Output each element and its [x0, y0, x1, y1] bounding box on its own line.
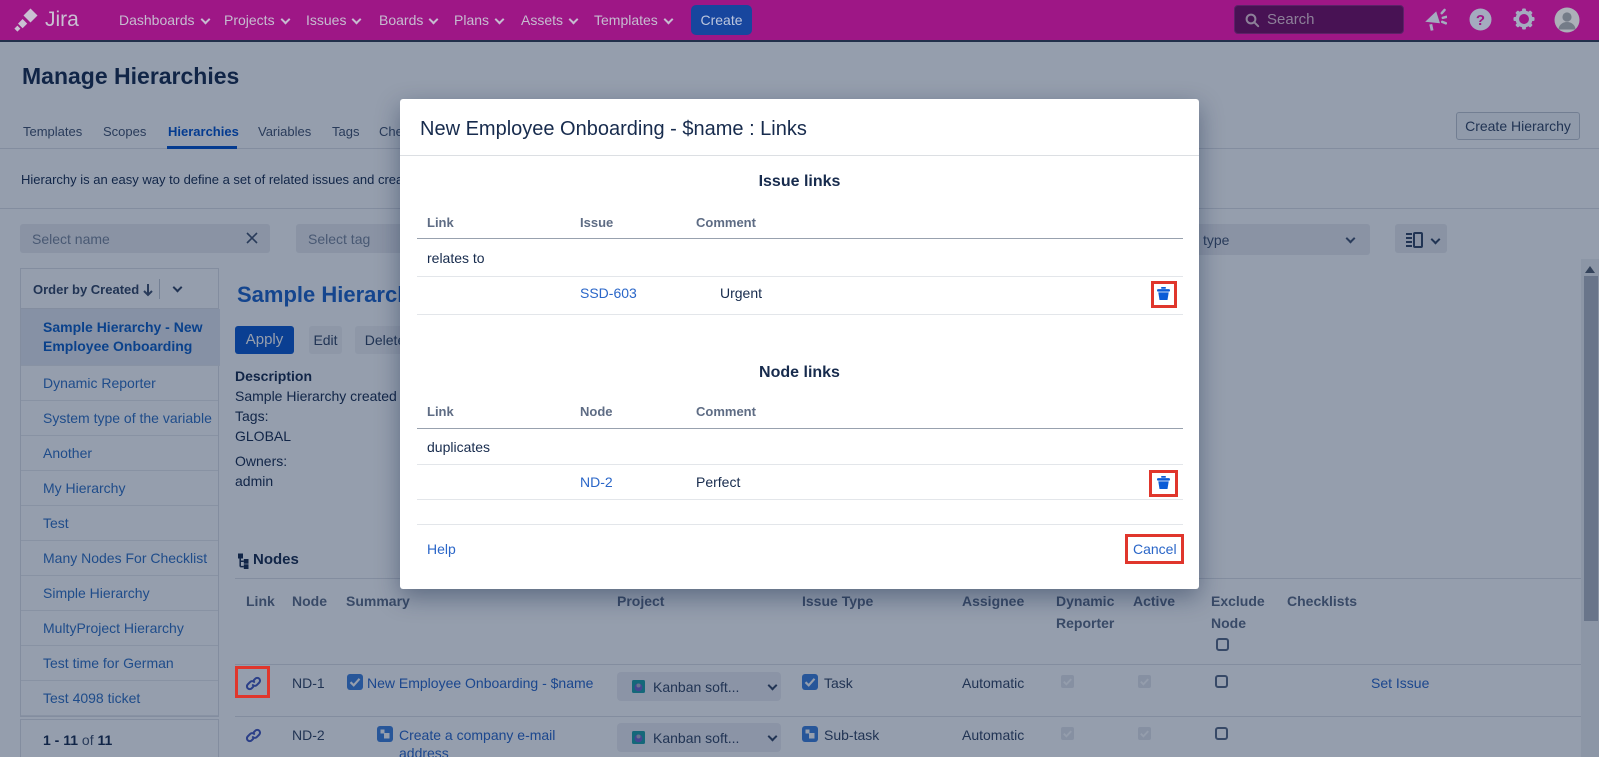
svg-text:?: ? [1476, 12, 1485, 29]
